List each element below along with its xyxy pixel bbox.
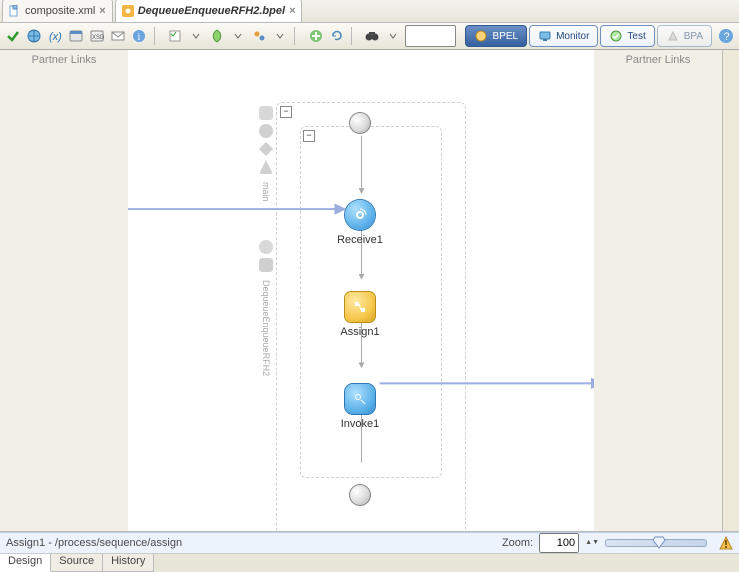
info-icon[interactable]: i <box>130 26 149 46</box>
globe-icon[interactable] <box>25 26 44 46</box>
partner-links-right-lane: Partner Links <box>594 50 722 531</box>
lane-title: Partner Links <box>626 54 691 66</box>
statusbar: Assign1 - /process/sequence/assign Zoom:… <box>0 532 739 553</box>
pal-generic-icon[interactable] <box>259 258 273 272</box>
close-icon[interactable]: × <box>289 5 295 17</box>
pal-scope-icon[interactable] <box>259 106 273 120</box>
test-icon <box>609 29 623 43</box>
bpa-icon <box>666 29 680 43</box>
chevron-down-icon[interactable] <box>187 26 206 46</box>
node-label: Receive1 <box>335 234 385 246</box>
process-label: DequeueEnqueueRFH2 <box>261 280 271 376</box>
receive-icon <box>345 200 375 230</box>
start-node[interactable] <box>349 112 371 134</box>
pal-event-icon[interactable] <box>259 240 273 254</box>
partners-icon[interactable] <box>250 26 269 46</box>
message-icon[interactable] <box>109 26 128 46</box>
lane-title: Partner Links <box>32 54 97 66</box>
variable-icon[interactable]: (x) <box>46 26 65 46</box>
tab-composite[interactable]: composite.xml × <box>2 0 113 22</box>
zoom-slider[interactable] <box>605 539 707 547</box>
tab-bpel[interactable]: DequeueEnqueueRFH2.bpel × <box>115 0 303 22</box>
vertical-scrollbar[interactable] <box>722 50 739 531</box>
svg-text:XSD: XSD <box>92 35 104 41</box>
status-path: Assign1 - /process/sequence/assign <box>6 537 182 549</box>
mode-label: Test <box>627 31 645 42</box>
chevron-down-icon[interactable] <box>384 26 403 46</box>
svg-text:i: i <box>138 32 141 43</box>
assign-node[interactable]: Assign1 <box>335 292 385 338</box>
leaf-icon[interactable] <box>208 26 227 46</box>
bpel-file-icon <box>122 5 134 17</box>
chevron-down-icon[interactable] <box>229 26 248 46</box>
help-icon[interactable]: ? <box>716 26 735 46</box>
tab-label: History <box>111 555 145 567</box>
close-icon[interactable]: × <box>99 5 105 17</box>
viewtab-history[interactable]: History <box>103 554 154 572</box>
chevron-down-icon[interactable] <box>271 26 290 46</box>
mode-bpa[interactable]: BPA <box>657 25 712 47</box>
toolbar: (x) XSD i BPEL Monitor Test BPA ? <box>0 23 739 50</box>
zoom-stepper[interactable]: ▲▼ <box>585 540 599 546</box>
bpel-canvas[interactable]: − − main DequeueEnqueueRFH2 InboundMQ <box>128 50 594 531</box>
invoke-icon <box>345 384 375 414</box>
mode-label: BPA <box>684 31 703 42</box>
assign-icon <box>345 292 375 322</box>
editor-tabbar: composite.xml × DequeueEnqueueRFH2.bpel … <box>0 0 739 23</box>
partner-links-left-lane: Partner Links <box>0 50 128 531</box>
tab-label: composite.xml <box>25 5 95 17</box>
collapse-handle[interactable]: − <box>303 130 315 142</box>
node-label: Assign1 <box>335 326 385 338</box>
monitor-icon <box>538 29 552 43</box>
tab-label: Design <box>8 555 42 567</box>
binoculars-icon[interactable] <box>363 26 382 46</box>
collapse-handle[interactable]: − <box>280 106 292 118</box>
validate-icon[interactable] <box>4 26 23 46</box>
mode-test[interactable]: Test <box>600 25 654 47</box>
svg-text:(x): (x) <box>49 31 62 43</box>
warning-icon[interactable] <box>719 536 733 550</box>
checklist-icon[interactable] <box>166 26 185 46</box>
xml-file-icon <box>9 5 21 17</box>
zoom-label: Zoom: <box>502 537 533 549</box>
mode-label: BPEL <box>492 31 518 42</box>
pal-loop-icon[interactable] <box>259 124 273 138</box>
xsd-icon[interactable]: XSD <box>88 26 107 46</box>
tab-label: DequeueEnqueueRFH2.bpel <box>138 5 285 17</box>
receive-node[interactable]: Receive1 <box>335 200 385 246</box>
refresh-icon[interactable] <box>327 26 346 46</box>
invoke-node[interactable]: Invoke1 <box>335 384 385 430</box>
mode-monitor[interactable]: Monitor <box>529 25 598 47</box>
viewtab-source[interactable]: Source <box>51 554 103 572</box>
viewtab-design[interactable]: Design <box>0 554 51 572</box>
mode-label: Monitor <box>556 31 589 42</box>
property-icon[interactable] <box>67 26 86 46</box>
zoom-input[interactable] <box>539 533 579 553</box>
end-node[interactable] <box>349 484 371 506</box>
svg-text:?: ? <box>723 31 729 43</box>
view-tabs: Design Source History <box>0 553 739 572</box>
scope-label: main <box>261 182 271 202</box>
pal-pick-icon[interactable] <box>259 160 273 174</box>
scope-palette: main DequeueEnqueueRFH2 <box>258 106 274 376</box>
plus-icon[interactable] <box>306 26 325 46</box>
node-label: Invoke1 <box>335 418 385 430</box>
zoom-thumb-icon[interactable] <box>652 535 666 549</box>
mode-bpel[interactable]: BPEL <box>465 25 527 47</box>
bpel-mode-icon <box>474 29 488 43</box>
tab-label: Source <box>59 555 94 567</box>
pal-decision-icon[interactable] <box>259 142 273 156</box>
find-input[interactable] <box>405 25 456 47</box>
